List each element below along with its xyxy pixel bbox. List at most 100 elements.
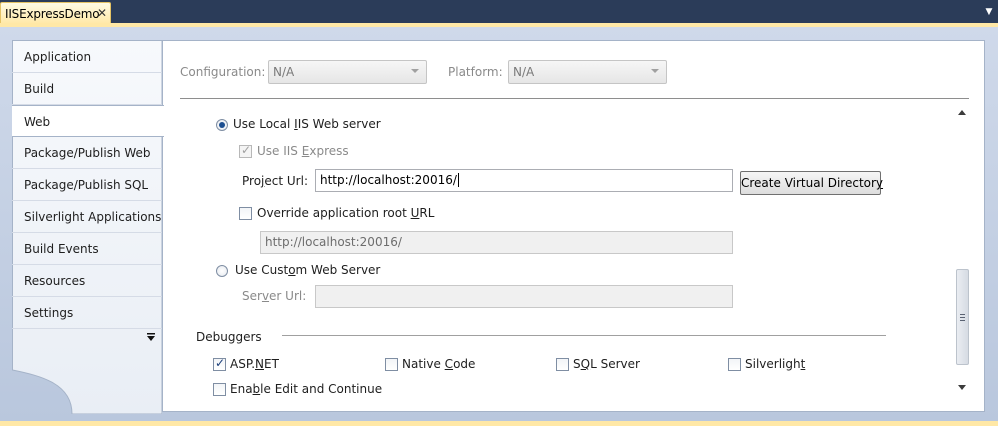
label-part: ASP. (230, 357, 256, 371)
nav-item-label: Package/Publish SQL (24, 178, 149, 192)
edit-and-continue-label[interactable]: Enable Edit and Continue (230, 382, 382, 396)
platform-value: N/A (513, 65, 535, 79)
vertical-scrollbar[interactable] (954, 101, 971, 395)
native-code-debugger-checkbox[interactable] (385, 358, 398, 371)
nav-item-package-publish-web[interactable]: Package/Publish Web (12, 137, 162, 169)
label-part: Create Virtual Director (741, 176, 876, 190)
label-mnemonic: t (800, 357, 806, 371)
label-part: Ena (230, 382, 253, 396)
scrollbar-thumb[interactable] (956, 269, 969, 365)
create-virtual-directory-button[interactable]: Create Virtual Directory (740, 171, 884, 195)
use-custom-web-server-radio[interactable] (216, 265, 228, 277)
override-root-url-input[interactable]: http://localhost:20016/ (260, 231, 733, 254)
aspnet-debugger-label[interactable]: ASP.NET (230, 357, 279, 371)
configuration-row: Configuration: N/A Platform: N/A (163, 60, 983, 84)
tab-list-dropdown-icon[interactable]: ▼ (984, 7, 994, 17)
nav-item-package-publish-sql[interactable]: Package/Publish SQL (12, 169, 162, 201)
label-part: ect Url: (264, 174, 308, 188)
silverlight-debugger-checkbox[interactable] (728, 358, 741, 371)
nav-list: Application Build Web Package/Publish We… (12, 41, 164, 329)
sql-server-debugger-checkbox[interactable] (556, 358, 569, 371)
configuration-combo: N/A (268, 60, 427, 84)
nav-item-web[interactable]: Web (12, 105, 164, 137)
checkmark-icon: ✓ (214, 356, 226, 370)
server-url-input[interactable] (315, 285, 733, 308)
label-mnemonic: C (444, 357, 454, 371)
override-root-url-label[interactable]: Override application root URL (257, 206, 434, 220)
property-page-nav: Application Build Web Package/Publish We… (12, 40, 164, 414)
scroll-down-icon[interactable] (958, 385, 966, 390)
nav-more-icon[interactable] (146, 332, 156, 342)
label-part: m Web Server (295, 263, 381, 277)
sql-server-debugger-label[interactable]: SQL Server (573, 357, 640, 371)
close-icon[interactable]: ✕ (95, 6, 109, 20)
nav-item-resources[interactable]: Resources (12, 265, 162, 297)
nav-item-application[interactable]: Application (12, 41, 162, 73)
scroll-up-icon[interactable] (958, 110, 966, 115)
label-part: Pro (242, 174, 262, 188)
label-part: Use Local (233, 117, 295, 131)
nav-item-settings[interactable]: Settings (12, 297, 162, 329)
label-part: Override application root (257, 206, 411, 220)
label-mnemonic: o (288, 263, 296, 277)
label-part: RL (419, 206, 435, 220)
silverlight-debugger-label[interactable]: Silverlight (745, 357, 805, 371)
chevron-down-icon (651, 69, 659, 73)
use-local-iis-label[interactable]: Use Local IIS Web server (233, 117, 381, 131)
project-url-value: http://localhost:20016/ (320, 173, 457, 187)
nav-item-label: Resources (24, 274, 86, 288)
aspnet-debugger-checkbox[interactable]: ✓ (213, 356, 226, 371)
use-iis-express-checkbox[interactable]: ✓ (239, 143, 252, 158)
label-mnemonic: y (875, 176, 884, 190)
platform-combo: N/A (508, 60, 667, 84)
use-iis-express-label: Use IIS Express (257, 144, 349, 158)
override-root-url-checkbox[interactable] (239, 207, 252, 220)
edit-and-continue-checkbox[interactable] (213, 383, 226, 396)
label-part: L Server (590, 357, 640, 371)
nav-item-build[interactable]: Build (12, 73, 162, 105)
label-part: Ser (242, 289, 262, 303)
label-part: Native (402, 357, 445, 371)
document-tab-title: IISExpressDemo (5, 6, 100, 21)
use-custom-web-server-label[interactable]: Use Custom Web Server (235, 263, 380, 277)
chevron-down-icon (411, 69, 419, 73)
debuggers-group-rule (282, 335, 886, 336)
native-code-debugger-label[interactable]: Native Code (402, 357, 475, 371)
label-part: Silverligh (745, 357, 801, 371)
checkmark-icon: ✓ (240, 143, 252, 157)
label-part: xpress (309, 144, 349, 158)
status-strip (0, 421, 998, 426)
label-mnemonic: Q (580, 357, 591, 371)
configuration-value: N/A (273, 65, 295, 79)
document-tab[interactable]: IISExpressDemo ✕ (0, 2, 111, 24)
label-part: S (573, 357, 581, 371)
project-url-label: Project Url: (242, 174, 308, 188)
text-caret (457, 173, 459, 187)
label-part: er Url: (269, 289, 307, 303)
nav-item-build-events[interactable]: Build Events (12, 233, 162, 265)
nav-item-silverlight-applications[interactable]: Silverlight Applications (12, 201, 162, 233)
web-settings-panel: Configuration: N/A Platform: N/A Use Loc… (162, 40, 985, 412)
grip-icon (960, 314, 965, 321)
label-part: Use Cust (235, 263, 289, 277)
label-part: ET (264, 357, 279, 371)
debuggers-group-title: Debuggers (196, 330, 262, 344)
label-part: ode (453, 357, 476, 371)
nav-item-label: Package/Publish Web (24, 146, 151, 160)
use-local-iis-radio[interactable] (216, 119, 228, 131)
server-url-label: Server Url: (242, 289, 306, 303)
label-mnemonic: v (261, 289, 270, 303)
nav-item-label: Build Events (24, 242, 99, 256)
nav-item-label: Silverlight Applications (24, 210, 162, 224)
nav-item-label: Settings (24, 306, 74, 320)
label-part: IS Web server (297, 117, 381, 131)
label-part: Use IIS (257, 144, 302, 158)
config-divider (180, 98, 969, 99)
project-url-input[interactable]: http://localhost:20016/ (315, 169, 733, 192)
nav-item-label: Build (24, 82, 55, 96)
nav-item-label: Web (24, 115, 51, 129)
configuration-label: Configuration: (180, 65, 266, 79)
label-mnemonic: N (255, 357, 264, 371)
label-part: le Edit and Continue (260, 382, 383, 396)
override-root-url-value: http://localhost:20016/ (265, 235, 402, 249)
